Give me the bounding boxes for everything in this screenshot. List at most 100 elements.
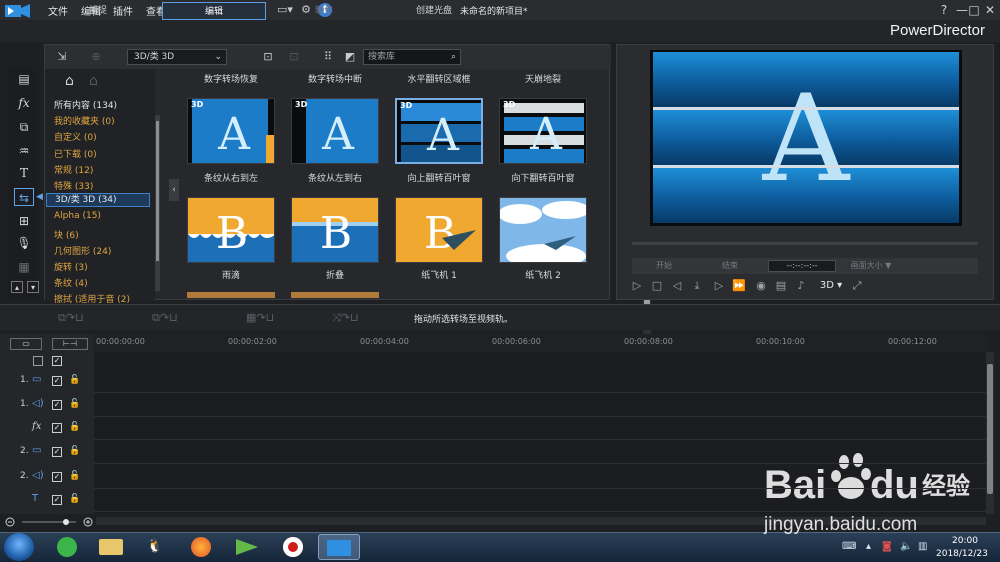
transition-thumbnail[interactable]: A 3D [499,98,587,164]
transition-cross-icon[interactable]: ▦↷⊔ [246,311,274,324]
transition-random-icon[interactable]: ⤨↷⊔ [332,311,359,325]
taskbar-recorder-icon[interactable] [272,534,314,560]
subtitle-icon[interactable]: ▤ [774,279,788,293]
transition-thumbnail[interactable]: B [187,197,275,263]
tree-item[interactable]: 所有内容 (134) [54,98,117,111]
taskbar-360-icon[interactable] [46,534,88,560]
taskbar-firefox-icon[interactable] [180,534,222,560]
fast-forward-icon[interactable]: ⏩ [732,279,746,293]
lock-icon[interactable]: 🔓 [69,422,80,432]
lock-icon[interactable]: 🔓 [69,494,80,504]
track-enable-checkbox[interactable]: ✓ [52,423,62,433]
tray-expand-icon[interactable]: ▴ [866,541,871,552]
tray-keyboard-icon[interactable]: ⌨ [842,541,856,552]
tree-item[interactable]: Alpha (15) [54,211,101,221]
expand-down-icon[interactable]: ▾ [27,281,39,293]
clock-date[interactable]: 2018/12/23 [936,549,988,559]
fullscreen-icon[interactable]: ◩ [343,50,357,64]
next-frame-icon[interactable]: ⤓ [690,279,704,293]
tree-item[interactable]: 常规 (12) [54,163,93,176]
timeline-zoom-slider[interactable] [4,517,94,527]
taskbar-powerdirector-icon[interactable] [318,534,360,560]
chapter-room-icon[interactable]: ▦ [14,258,34,276]
tree-item[interactable]: 旋转 (3) [54,260,88,273]
tree-item[interactable]: 我的收藏夹 (0) [54,114,115,127]
tab-capture[interactable]: 捕捉 [60,2,136,20]
3d-mode-button[interactable]: 3D ▾ [816,279,846,293]
transition-thumbnail[interactable] [499,197,587,263]
search-input[interactable]: 搜索库 ⌕ [363,49,461,65]
transition-thumbnail[interactable]: A 3D [291,98,379,164]
maximize-button[interactable]: □ [966,2,982,18]
play-icon[interactable]: ▷ [630,279,644,293]
tree-item[interactable]: 特殊 (33) [54,179,93,192]
category-select[interactable]: 3D/类 3D ⌄ [127,49,227,65]
title-room-icon[interactable]: T [14,164,34,182]
snapshot-icon[interactable]: ◉ [754,279,768,293]
volume-icon[interactable]: ♪ [794,279,808,293]
track-enable-checkbox[interactable]: ✓ [52,472,62,482]
particle-room-icon[interactable]: ♒ [14,142,34,160]
all-tracks-checkbox-off[interactable] [33,356,43,366]
previous-frame-icon[interactable]: ◁ [670,279,684,293]
transition-room-icon[interactable]: ⇆ [14,188,34,206]
close-button[interactable]: ✕ [982,2,998,18]
media-room-icon[interactable]: ▤ [14,70,34,88]
expand-up-icon[interactable]: ▴ [11,281,23,293]
audio-mixing-room-icon[interactable]: ⊞ [14,212,34,230]
remove-tag-icon[interactable]: ⌂ [89,73,98,89]
transition-thumbnail[interactable]: A 3D [395,98,483,164]
start-button[interactable] [4,533,34,561]
tree-item[interactable]: 已下载 (0) [54,147,97,160]
voice-over-room-icon[interactable]: 🎙 [14,234,34,252]
track-enable-checkbox[interactable]: ✓ [52,400,62,410]
step-forward-icon[interactable]: ▷ [712,279,726,293]
track-enable-checkbox[interactable]: ✓ [52,447,62,457]
tree-item[interactable]: 擦拭 (适用于音 (2) [54,292,130,305]
collapse-tree-button[interactable]: ‹ [169,179,179,201]
transition-thumbnail[interactable] [187,292,275,298]
transition-apply-icon[interactable]: ⧉↷⊔ [58,311,84,325]
taskbar-camtasia-icon[interactable] [226,534,268,560]
track-enable-checkbox[interactable]: ✓ [52,376,62,386]
tab-produce[interactable]: 制作 [286,2,362,20]
replace-icon[interactable]: ⊡ [287,50,301,64]
stop-icon[interactable]: □ [650,279,664,293]
taskbar-qq-icon[interactable]: 🐧 [134,534,176,560]
add-to-timeline-icon[interactable]: ⊡ [261,50,275,64]
lock-icon[interactable]: 🔓 [69,446,80,456]
tree-item[interactable]: 自定义 (0) [54,130,97,143]
pip-room-icon[interactable]: ⧉ [14,118,34,136]
transition-overlap-icon[interactable]: ⧉↷⊔ [152,311,178,325]
track-enable-checkbox[interactable]: ✓ [52,495,62,505]
tree-scrollbar-thumb[interactable] [156,121,159,261]
tree-item[interactable]: 条纹 (4) [54,276,88,289]
tree-item[interactable]: 块 (6) [54,228,79,241]
all-tracks-checkbox[interactable]: ✓ [52,356,62,366]
tab-create-disc[interactable]: 创建光盘 [396,2,472,20]
fx-room-icon[interactable]: fx [14,94,34,112]
transition-thumbnail[interactable]: A 3D [187,98,275,164]
screen-size-select[interactable]: 画面大小 ▼ [842,260,900,272]
tray-network-icon[interactable]: ▥ [918,541,927,552]
mark-in-button[interactable]: 开始 [640,260,688,272]
mark-out-button[interactable]: 结束 [706,260,754,272]
tree-item[interactable]: 3D/类 3D (34) [46,193,150,208]
grid-view-icon[interactable]: ⠿ [321,50,335,64]
globe-icon[interactable]: ⊕ [89,50,103,64]
timecode-display[interactable]: --:--:--:-- [768,260,836,272]
preview-seekbar[interactable] [632,242,978,245]
transition-thumbnail[interactable] [291,292,379,298]
add-tag-icon[interactable]: ⌂ [65,73,74,89]
help-button[interactable]: ? [936,2,952,18]
import-icon[interactable]: ⇲ [55,50,69,64]
tray-security-icon[interactable]: ◙ [882,541,892,552]
tree-item[interactable]: 几何图形 (24) [54,244,111,257]
taskbar-explorer-icon[interactable] [90,534,132,560]
lock-icon[interactable]: 🔓 [69,471,80,481]
transition-thumbnail[interactable]: B [291,197,379,263]
transition-thumbnail[interactable]: B [395,197,483,263]
tray-volume-icon[interactable]: 🔈 [900,541,912,552]
track-manager-icon[interactable]: ▭ [10,338,42,350]
undock-preview-icon[interactable]: ⤢ [850,279,864,293]
